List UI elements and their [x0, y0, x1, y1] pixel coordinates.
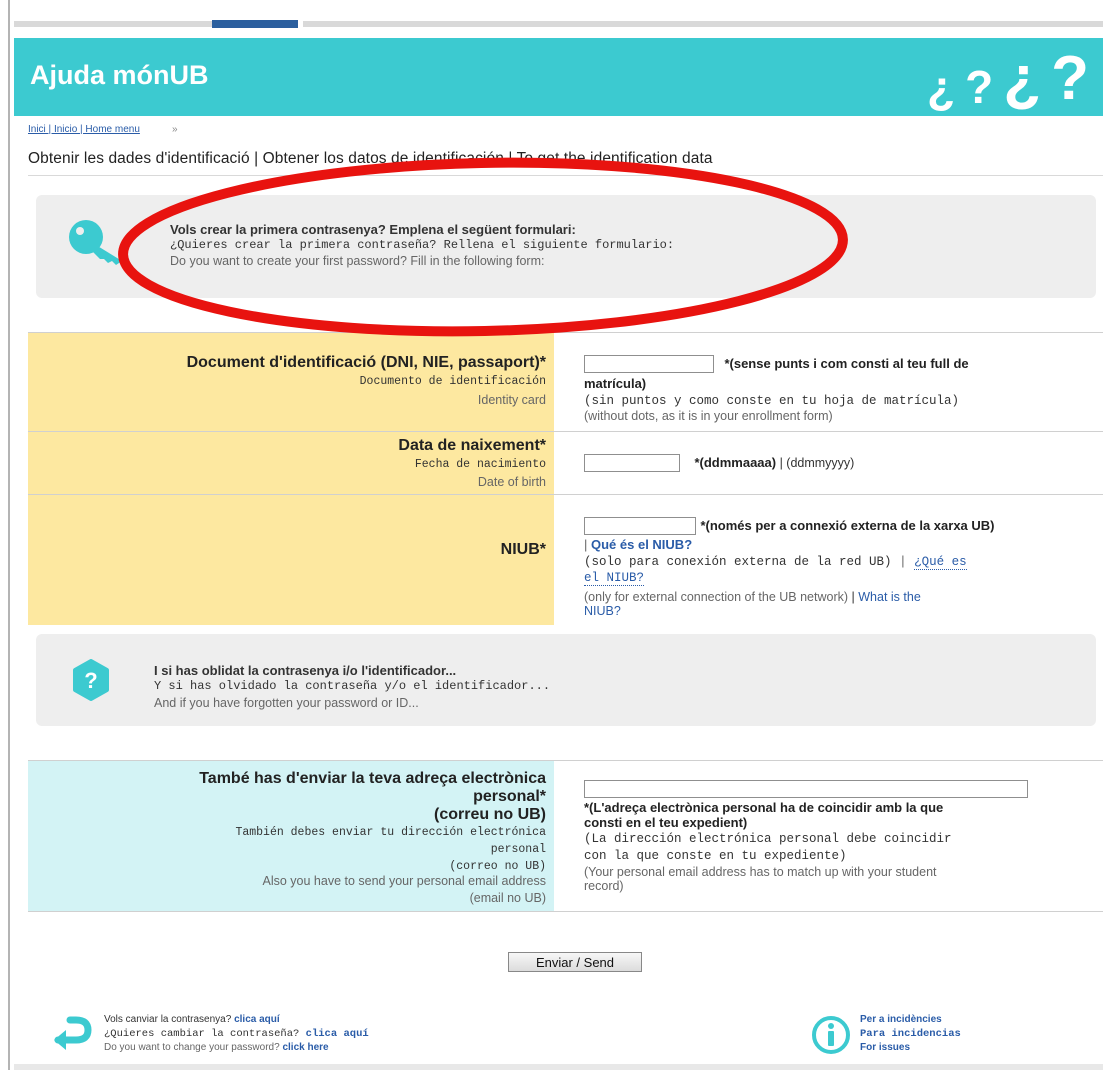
change-password-link-es[interactable]: clica aquí	[306, 1028, 369, 1040]
document-row: Document d'identificació (DNI, NIE, pass…	[28, 332, 1103, 432]
forgot-text-ca: I si has oblidat la contrasenya i/o l'id…	[154, 663, 457, 678]
document-hint-ca-cont: matrícula)	[584, 376, 647, 391]
page-title: Obtenir les dades d'identificació | Obte…	[28, 150, 713, 167]
breadcrumb-home-link[interactable]: Inici | Inicio | Home menu	[28, 124, 140, 135]
top-nav-active-tab[interactable]	[212, 20, 298, 28]
email-hint-es: (La dirección electrónica personal debe …	[584, 832, 952, 846]
document-input[interactable]	[584, 355, 714, 373]
change-password-link-en[interactable]: click here	[282, 1042, 328, 1053]
email-hint-en-2: record)	[584, 879, 624, 893]
email-input[interactable]	[584, 780, 1028, 798]
email-label-es: También debes enviar tu dirección electr…	[235, 826, 546, 839]
info-icon[interactable]	[810, 1014, 852, 1056]
email-hint-es-2: con la que conste en tu expediente)	[584, 849, 847, 863]
email-label-ca: També has d'enviar la teva adreça electr…	[199, 770, 546, 787]
niub-hint-ca: *(només per a connexió externa de la xar…	[700, 518, 995, 534]
document-hint-es: (sin puntos y como conste en tu hoja de …	[584, 394, 960, 408]
birth-label-en: Date of birth	[477, 475, 546, 489]
email-hint-en: (Your personal email address has to matc…	[584, 865, 937, 879]
create-text-en: Do you want to create your first passwor…	[170, 254, 545, 268]
what-is-niub-link-ca[interactable]: Qué és el NIUB?	[591, 537, 692, 552]
document-label-ca: Document d'identificació (DNI, NIE, pass…	[186, 354, 546, 371]
issues-link-ca[interactable]: Per a incidències	[860, 1014, 942, 1025]
send-button[interactable]: Enviar / Send	[508, 952, 642, 972]
birth-date-input[interactable]	[584, 454, 680, 472]
document-hint-ca: *(sense punts i com consti al teu full d…	[724, 356, 969, 372]
app-title: Ajuda mónUB	[30, 60, 209, 90]
document-label-cell: Document d'identificació (DNI, NIE, pass…	[28, 333, 554, 432]
email-label-en: Also you have to send your personal emai…	[262, 874, 547, 888]
question-icon: ?	[73, 659, 109, 701]
birth-label-cell: Data de naixement* Fecha de nacimiento D…	[28, 432, 554, 495]
email-row: També has d'enviar la teva adreça electr…	[28, 760, 1103, 912]
key-icon	[69, 220, 122, 265]
change-password-ca: Vols canviar la contrasenya?	[104, 1014, 232, 1025]
question-icon: ?	[965, 61, 994, 113]
forgot-text-en: And if you have forgotten your password …	[154, 696, 419, 710]
email-label-es-3: (correo no UB)	[449, 860, 546, 873]
email-hint-ca-2: consti en el teu expedient)	[584, 815, 748, 830]
document-label-es: Documento de identificación	[359, 375, 546, 388]
email-label-es-2: personal	[490, 843, 546, 856]
top-nav-bar	[14, 21, 1103, 27]
create-text-es: ¿Quieres crear la primera contraseña? Re…	[170, 238, 675, 252]
niub-hint-en: (only for external connection of the UB …	[584, 590, 849, 604]
email-label-ca-3: (correu no UB)	[434, 806, 546, 823]
niub-label: NIUB*	[500, 541, 546, 558]
svg-text:?: ?	[84, 668, 97, 693]
change-password-es: ¿Quieres cambiar la contraseña?	[104, 1028, 300, 1040]
what-is-niub-link-en-cont[interactable]: NIUB?	[584, 604, 621, 618]
back-arrow-icon[interactable]	[52, 1016, 94, 1056]
issues-link-en[interactable]: For issues	[860, 1042, 910, 1053]
breadcrumb-separator: »	[172, 124, 178, 135]
what-is-niub-link-es[interactable]: ¿Qué es	[914, 555, 967, 570]
change-password-link-ca[interactable]: clica aquí	[234, 1014, 280, 1025]
what-is-niub-link-en[interactable]: What is the	[858, 590, 921, 604]
forgot-password-box[interactable]: ? I si has oblidat la contrasenya i/o l'…	[36, 634, 1096, 726]
what-is-niub-link-es-cont[interactable]: el NIUB?	[584, 571, 645, 586]
email-label-en-2: (email no UB)	[469, 891, 546, 905]
document-label-en: Identity card	[477, 393, 546, 407]
birth-format-hint: *(ddmmaaaa)	[694, 455, 777, 471]
birth-row: Data de naixement* Fecha de nacimiento D…	[28, 431, 1103, 495]
divider	[28, 175, 1103, 176]
birth-format-hint-en: | (ddmmyyyy)	[776, 456, 855, 471]
page-header: Ajuda mónUB ¿ ? ¿ ?	[14, 38, 1103, 116]
email-form: També has d'enviar la teva adreça electr…	[28, 760, 1103, 912]
niub-label-cell: NIUB*	[28, 495, 554, 625]
birth-label-ca: Data de naixement*	[398, 437, 546, 454]
email-label-cell: També has d'enviar la teva adreça electr…	[28, 761, 554, 911]
niub-row: NIUB* *(només per a connexió externa de …	[28, 494, 1103, 625]
email-label-ca-2: personal*	[473, 788, 546, 805]
inverted-question-icon: ¿	[927, 61, 956, 113]
change-password-en: Do you want to change your password?	[104, 1042, 280, 1053]
email-hint-ca: *(L'adreça electrònica personal ha de co…	[584, 800, 944, 815]
bottom-border	[14, 1064, 1103, 1070]
identification-form: Document d'identificació (DNI, NIE, pass…	[28, 332, 1103, 625]
question-icon: ?	[1051, 44, 1089, 113]
forgot-text-es: Y si has olvidado la contraseña y/o el i…	[154, 679, 551, 693]
document-hint-en: (without dots, as it is in your enrollme…	[584, 409, 833, 423]
niub-input[interactable]	[584, 517, 696, 535]
issues-link-es[interactable]: Para incidencias	[860, 1028, 961, 1040]
change-password-block: Vols canviar la contrasenya? clica aquí …	[104, 1013, 369, 1055]
birth-label-es: Fecha de nacimiento	[414, 458, 546, 471]
create-text-ca: Vols crear la primera contrasenya? Emple…	[170, 222, 576, 237]
issues-block[interactable]: Per a incidències Para incidencias For i…	[860, 1013, 961, 1055]
create-password-box: Vols crear la primera contrasenya? Emple…	[36, 195, 1096, 298]
question-marks-decoration: ¿ ? ¿ ?	[927, 44, 1089, 113]
inverted-question-icon: ¿	[1003, 44, 1042, 113]
left-border	[8, 0, 10, 1070]
niub-hint-es: (solo para conexión externa de la red UB…	[584, 555, 892, 569]
